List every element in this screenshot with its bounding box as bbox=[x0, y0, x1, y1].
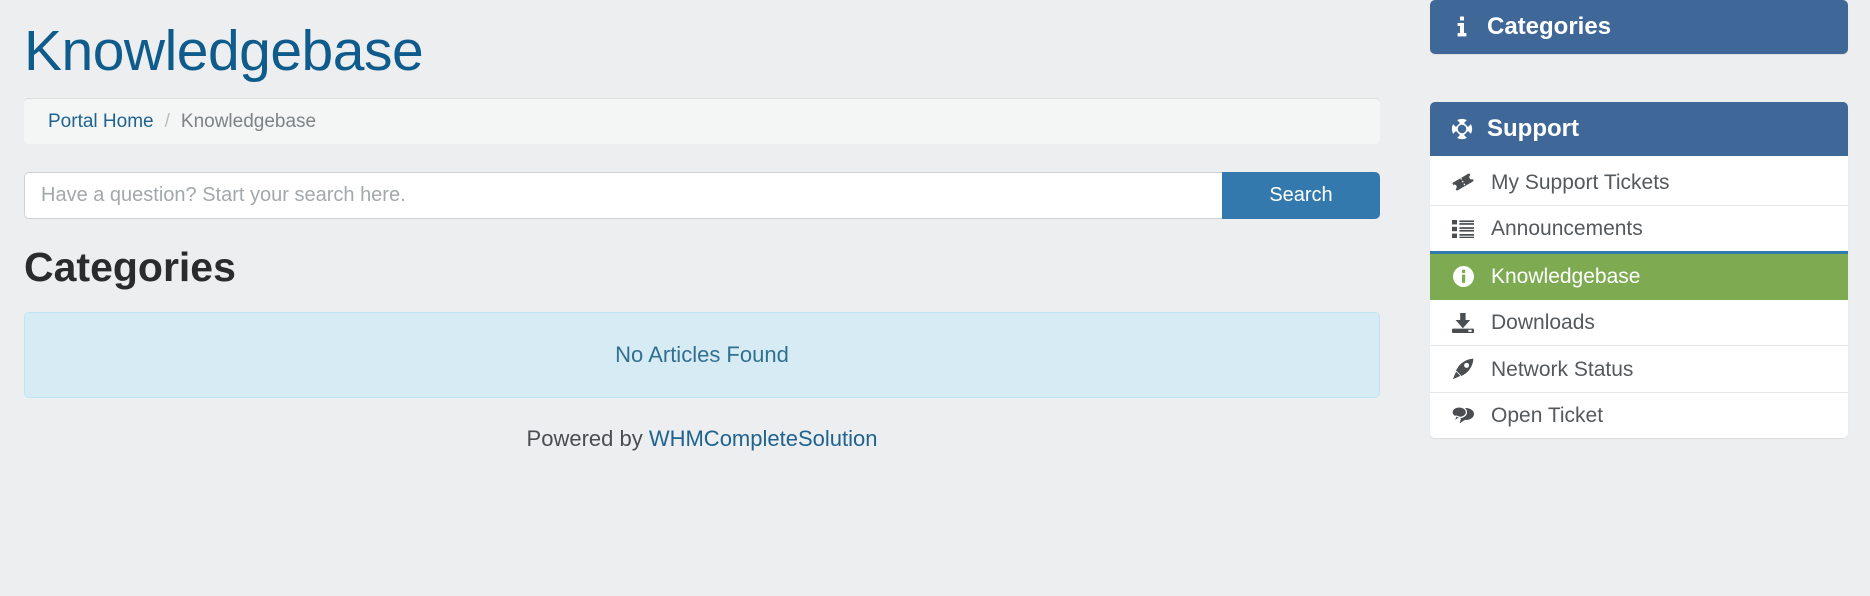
section-title-categories: Categories bbox=[24, 243, 236, 290]
sidebar-item-downloads[interactable]: Downloads bbox=[1430, 300, 1848, 346]
search-input[interactable] bbox=[24, 171, 1222, 219]
support-menu: My Support Tickets Announcements Knowled… bbox=[1430, 156, 1848, 438]
panel-support-title: Support bbox=[1487, 115, 1579, 142]
footer: Powered by WHMCompleteSolution bbox=[24, 426, 1380, 452]
list-icon bbox=[1451, 219, 1475, 238]
sidebar-item-network-status[interactable]: Network Status bbox=[1430, 346, 1848, 393]
knowledgebase-page: Knowledgebase Portal Home / Knowledgebas… bbox=[0, 0, 1870, 596]
info-icon bbox=[1451, 16, 1473, 38]
breadcrumb-current: Knowledgebase bbox=[180, 110, 317, 132]
breadcrumb: Portal Home / Knowledgebase bbox=[24, 97, 1380, 144]
sidebar-item-label: Knowledgebase bbox=[1491, 265, 1641, 288]
sidebar-item-label: Announcements bbox=[1491, 217, 1643, 240]
comments-icon bbox=[1451, 406, 1475, 425]
main-content: Knowledgebase Portal Home / Knowledgebas… bbox=[24, 0, 1380, 452]
panel-support-heading: Support bbox=[1430, 102, 1848, 156]
sidebar-item-label: Downloads bbox=[1491, 311, 1595, 334]
panel-categories-title: Categories bbox=[1487, 13, 1612, 40]
footer-prefix: Powered by bbox=[526, 425, 649, 451]
sidebar-item-label: My Support Tickets bbox=[1491, 170, 1670, 194]
info-circle-icon bbox=[1451, 266, 1475, 287]
rocket-icon bbox=[1451, 358, 1475, 380]
footer-link-whmcs[interactable]: WHMCompleteSolution bbox=[649, 426, 878, 451]
lifebuoy-icon bbox=[1451, 117, 1473, 141]
sidebar: Categories Support My Support Tickets An… bbox=[1430, 0, 1848, 438]
panel-support: Support My Support Tickets Announcements… bbox=[1430, 102, 1848, 438]
sidebar-item-announcements[interactable]: Announcements bbox=[1430, 206, 1848, 252]
panel-categories: Categories bbox=[1430, 0, 1848, 54]
ticket-icon bbox=[1451, 171, 1475, 193]
sidebar-item-label: Network Status bbox=[1491, 357, 1634, 381]
download-icon bbox=[1451, 312, 1475, 333]
breadcrumb-separator: / bbox=[164, 110, 170, 132]
no-articles-alert: No Articles Found bbox=[24, 311, 1380, 398]
search-button[interactable]: Search bbox=[1222, 171, 1380, 219]
sidebar-item-knowledgebase[interactable]: Knowledgebase bbox=[1430, 251, 1848, 300]
breadcrumb-link-portal-home[interactable]: Portal Home bbox=[48, 112, 154, 131]
page-title: Knowledgebase bbox=[24, 19, 424, 83]
sidebar-item-label: Open Ticket bbox=[1491, 404, 1604, 427]
knowledgebase-search-form: Search bbox=[24, 171, 1380, 219]
sidebar-item-my-support-tickets[interactable]: My Support Tickets bbox=[1430, 159, 1848, 206]
panel-categories-heading: Categories bbox=[1430, 0, 1848, 54]
sidebar-item-open-ticket[interactable]: Open Ticket bbox=[1430, 393, 1848, 438]
